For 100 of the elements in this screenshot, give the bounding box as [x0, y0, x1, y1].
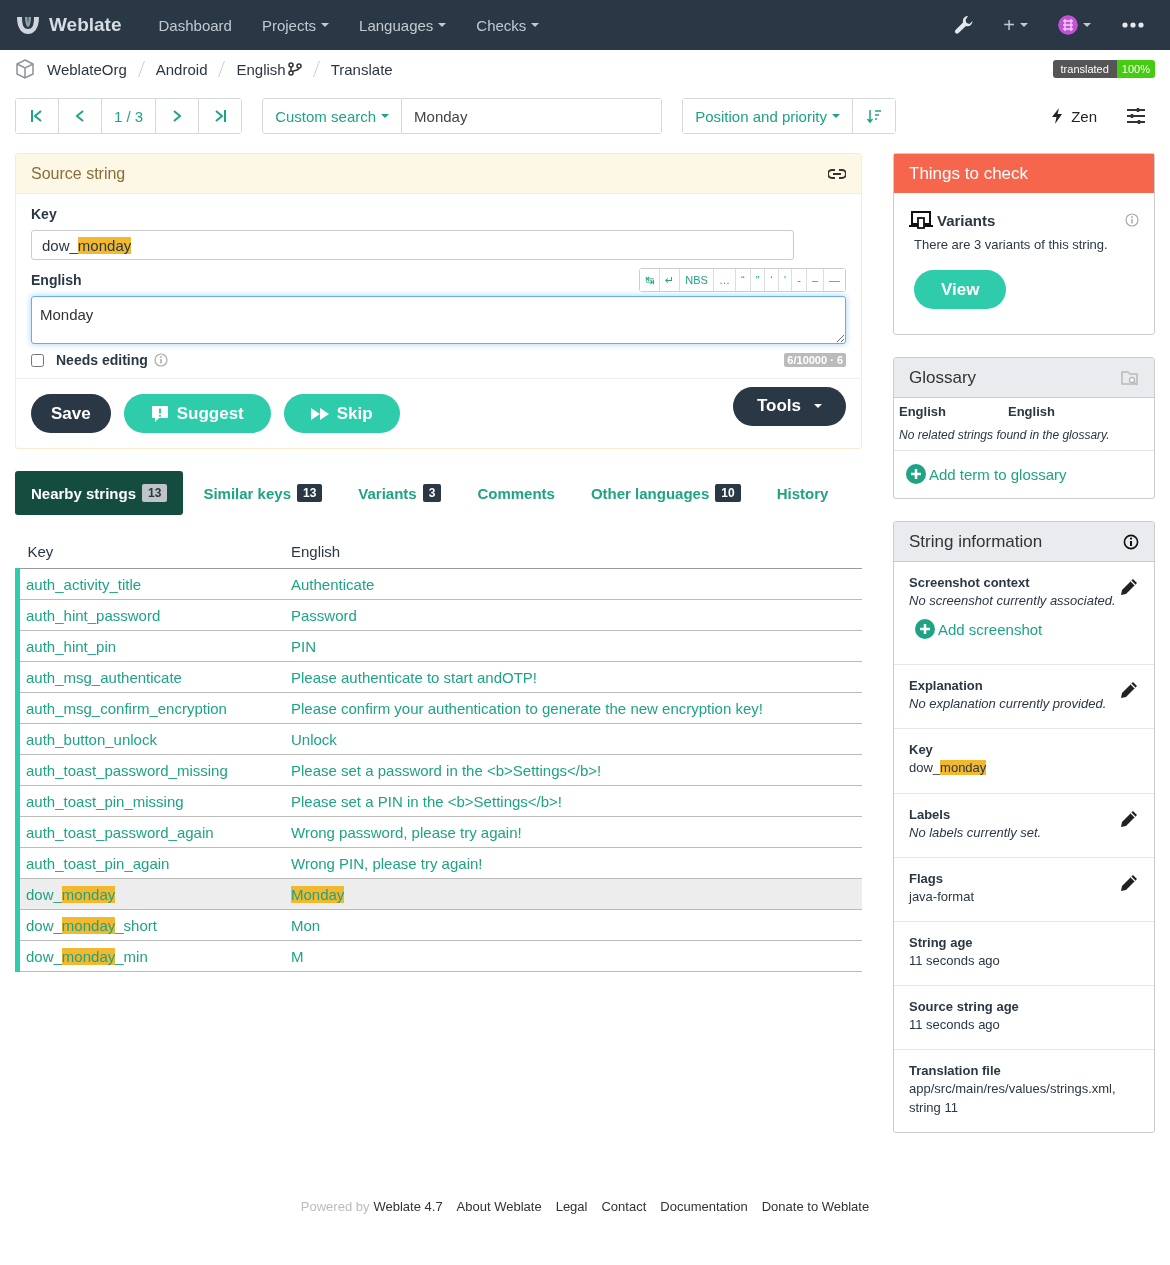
footer-link[interactable]: About Weblate: [456, 1198, 542, 1214]
add-screenshot-link[interactable]: Add screenshot: [915, 619, 1119, 640]
pencil-icon[interactable]: [1119, 872, 1139, 893]
footer-link[interactable]: Documentation: [660, 1198, 748, 1214]
table-cell[interactable]: Please set a PIN in the <b>Settings</b>!: [281, 785, 862, 817]
check-name: Variants: [937, 211, 996, 229]
table-cell[interactable]: auth_msg_confirm_encryption: [17, 692, 281, 724]
tools-dropdown[interactable]: Tools: [732, 386, 846, 426]
tab[interactable]: Nearby strings 13: [15, 471, 184, 515]
skip-button[interactable]: Skip: [283, 394, 400, 433]
tab[interactable]: Comments: [461, 471, 571, 515]
nav-menu-item[interactable]: Checks: [461, 16, 555, 34]
table-cell[interactable]: Password: [281, 599, 862, 631]
breadcrumb-link[interactable]: Translate: [330, 60, 393, 78]
footer-link[interactable]: Weblate 4.7: [373, 1198, 443, 1214]
suggest-button[interactable]: Suggest: [123, 394, 271, 433]
table-cell[interactable]: Mon: [281, 909, 862, 941]
save-button[interactable]: Save: [31, 394, 111, 433]
sort-dropdown[interactable]: Position and priority: [683, 99, 853, 133]
info-label: Flags: [909, 870, 944, 886]
table-cell[interactable]: Please authenticate to start andOTP!: [281, 661, 862, 693]
zen-button[interactable]: Zen: [1051, 107, 1097, 125]
table-cell[interactable]: auth_toast_password_again: [17, 816, 281, 848]
column-header: English: [899, 404, 947, 419]
column-header: English: [1008, 404, 1056, 419]
plus-circle-icon: [906, 464, 926, 484]
table-cell[interactable]: auth_button_unlock: [17, 723, 281, 755]
tab[interactable]: Variants 3: [342, 471, 458, 515]
info-value: 11 seconds ago: [909, 1016, 1001, 1035]
table-cell[interactable]: Please set a password in the <b>Settings</b>!: [281, 754, 862, 786]
pencil-icon[interactable]: [1119, 577, 1139, 597]
info-value: No labels currently set.: [909, 823, 1043, 842]
first-button[interactable]: [16, 99, 59, 133]
table-cell[interactable]: auth_toast_pin_missing: [17, 785, 281, 817]
info-label: Translation file: [909, 1063, 1002, 1079]
pencil-icon[interactable]: [1119, 808, 1139, 829]
checkbox-label[interactable]: Needs editing: [56, 352, 148, 368]
pencil-icon[interactable]: [1119, 680, 1139, 701]
empty-message: No related strings found in the glossary.: [894, 423, 1154, 451]
panel-title: Source string: [31, 164, 126, 183]
fast-forward-icon: [310, 407, 329, 420]
info-value: No screenshot currently associated.: [909, 592, 1117, 610]
needs-editing-checkbox[interactable]: [31, 353, 44, 367]
tab[interactable]: History: [760, 471, 845, 515]
more-icon[interactable]: [1122, 22, 1144, 28]
search-filter-dropdown[interactable]: Custom search: [262, 98, 403, 134]
footer-link[interactable]: Contact: [601, 1198, 647, 1214]
nav-menu-item[interactable]: Dashboard: [143, 16, 247, 34]
check-description: There are 3 variants of this string.: [914, 237, 1109, 252]
translation-field[interactable]: Monday: [31, 296, 846, 344]
comment-icon: [150, 404, 169, 423]
info-value: 11 seconds ago: [909, 951, 1001, 970]
tab[interactable]: Similar keys 13: [187, 471, 339, 515]
table-cell[interactable]: Monday: [281, 878, 862, 910]
breadcrumb-link[interactable]: English: [236, 60, 286, 78]
table-cell[interactable]: Wrong password, please try again!: [281, 816, 862, 848]
settings-icon[interactable]: [1127, 108, 1145, 124]
add-menu[interactable]: +: [988, 13, 1043, 37]
column-header: English: [281, 535, 862, 569]
breadcrumb-link[interactable]: WeblateOrg: [47, 60, 127, 78]
table-cell[interactable]: PIN: [281, 630, 862, 662]
link-icon[interactable]: [828, 168, 846, 179]
table-cell[interactable]: Unlock: [281, 723, 862, 755]
table-cell[interactable]: Please confirm your authentication to generate the new encryption key!: [281, 692, 862, 724]
footer-link[interactable]: Donate to Weblate: [761, 1198, 870, 1214]
nav-menu-item[interactable]: Languages: [344, 16, 462, 34]
info-label: Labels: [909, 806, 952, 822]
search-field[interactable]: Monday: [402, 98, 663, 134]
panel-title: String information: [909, 531, 1043, 552]
brand-name[interactable]: Weblate: [49, 14, 122, 36]
view-button[interactable]: View: [914, 270, 1007, 309]
panel-title: Things to check: [894, 154, 1154, 193]
tab[interactable]: Other languages 10: [574, 471, 757, 515]
info-label: String age: [909, 934, 974, 950]
add-term-link[interactable]: Add term to glossary: [906, 464, 1142, 484]
avatar-icon: [1058, 15, 1078, 35]
cube-icon: [15, 59, 35, 79]
footer-link[interactable]: Legal: [555, 1198, 588, 1214]
table-cell[interactable]: M: [281, 940, 862, 972]
table-cell[interactable]: auth_hint_password: [17, 599, 281, 631]
info-label: Source string age: [909, 999, 1020, 1015]
table-cell[interactable]: Authenticate: [281, 568, 862, 600]
table-cell[interactable]: Wrong PIN, please try again!: [281, 847, 862, 879]
info-value: dow_monday: [909, 759, 988, 778]
info-value: app/src/main/res/values/strings.xml, string 11: [909, 1080, 1117, 1117]
nav-menu-item[interactable]: Projects: [246, 16, 345, 34]
special-character-button[interactable]: ↹: [639, 269, 661, 291]
info-label: Explanation: [909, 678, 984, 694]
info-icon: [1123, 533, 1139, 550]
info-label: Key: [909, 742, 934, 758]
character-counter: 6/10000 · 6: [784, 353, 846, 367]
panel-title: Glossary: [909, 367, 977, 388]
table-cell[interactable]: auth_msg_authenticate: [17, 661, 281, 693]
table-cell[interactable]: auth_hint_pin: [17, 630, 281, 662]
field-label: Key: [31, 206, 58, 222]
table-cell[interactable]: auth_toast_password_missing: [17, 754, 281, 786]
breadcrumb-link[interactable]: Android: [155, 60, 208, 78]
table-cell[interactable]: auth_activity_title: [17, 568, 281, 600]
wrench-icon[interactable]: [954, 15, 975, 35]
branch-icon: [287, 62, 302, 76]
